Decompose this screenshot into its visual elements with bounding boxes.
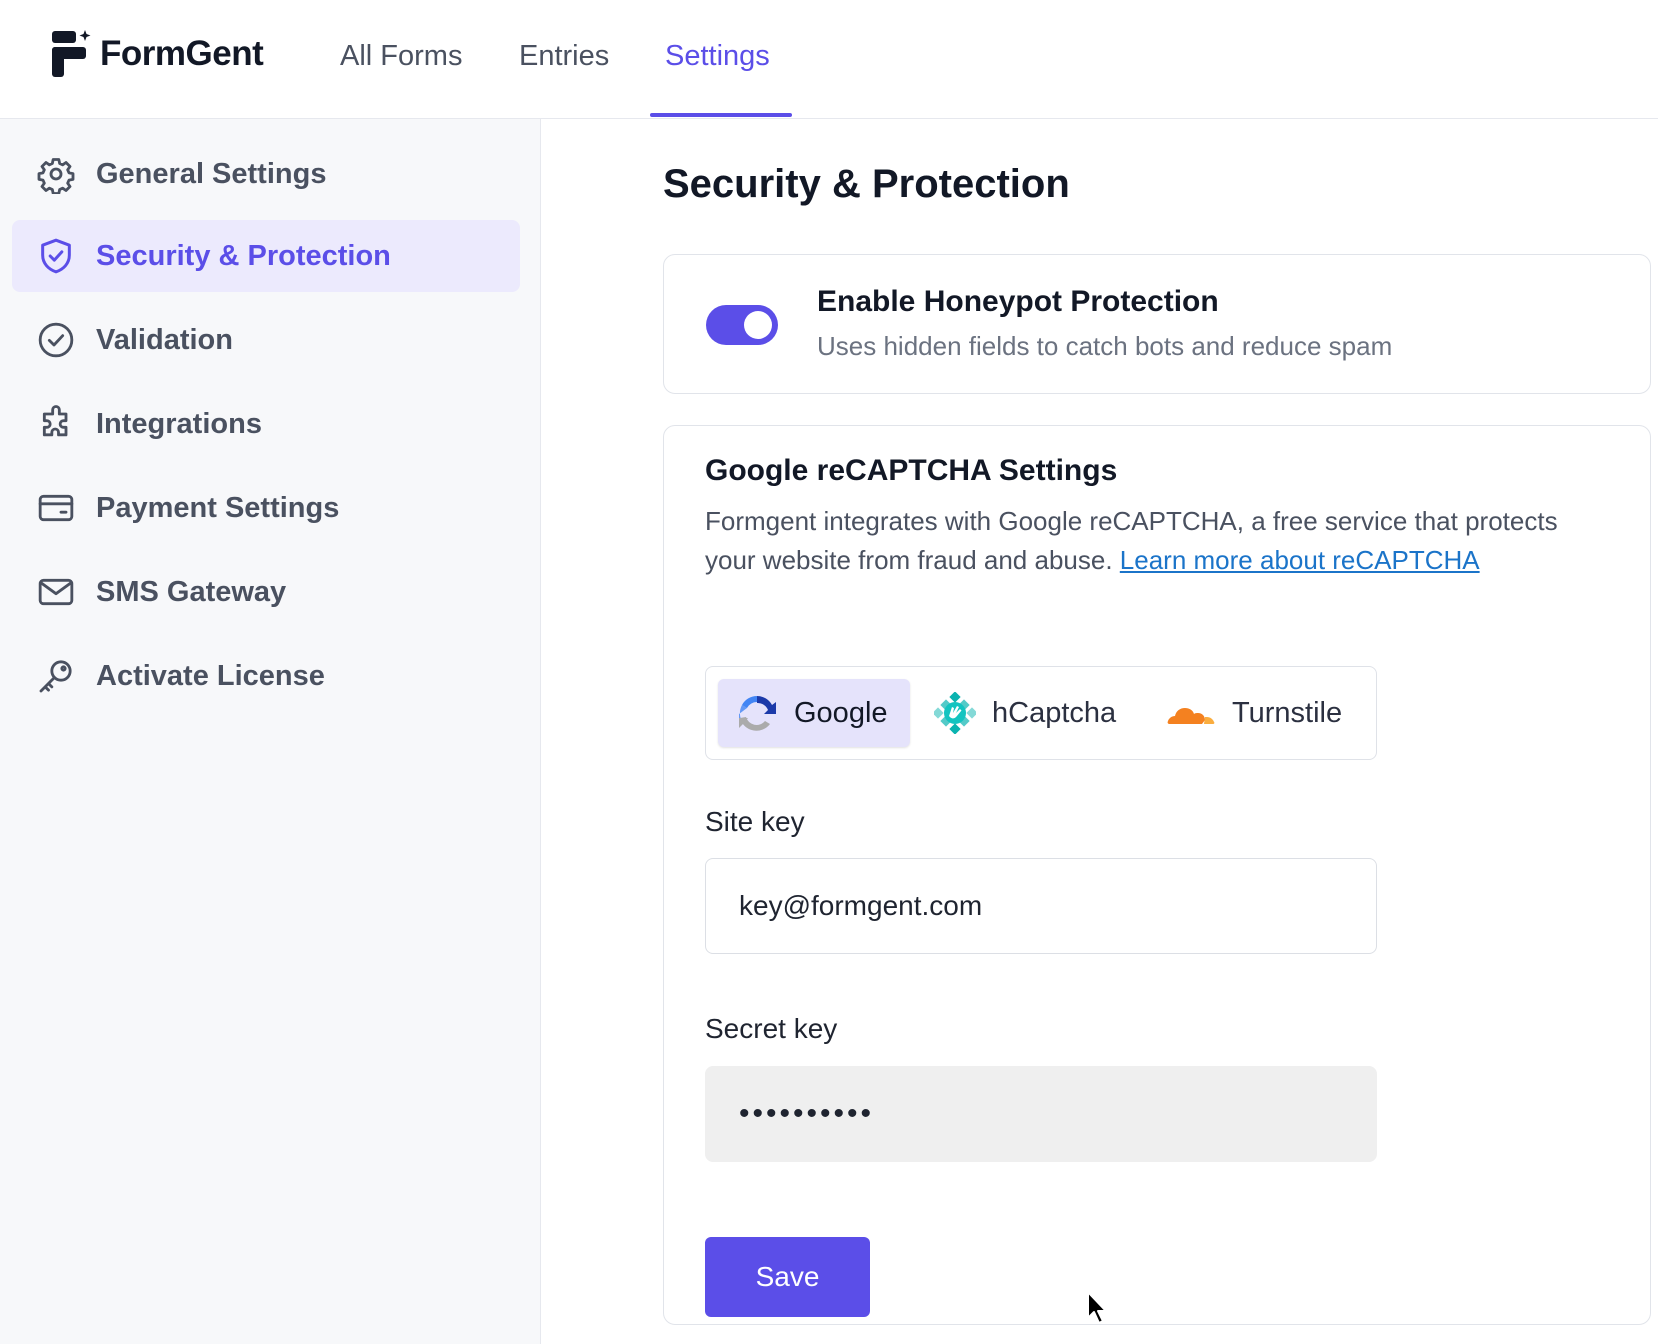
key-icon: [36, 656, 76, 696]
toggle-knob: [744, 311, 772, 339]
site-key-input[interactable]: key@formgent.com: [705, 858, 1377, 954]
nav-entries[interactable]: Entries: [519, 0, 609, 119]
puzzle-icon: [36, 404, 76, 444]
save-button[interactable]: Save: [705, 1237, 870, 1317]
honeypot-description: Uses hidden fields to catch bots and red…: [817, 331, 1393, 361]
nav-all-forms[interactable]: All Forms: [340, 0, 462, 119]
credit-card-icon: [36, 488, 76, 528]
nav-settings[interactable]: Settings: [665, 0, 770, 119]
hcaptcha-icon: [934, 692, 976, 734]
provider-google[interactable]: Google: [718, 679, 910, 747]
secret-key-label: Secret key: [705, 1013, 838, 1044]
sidebar-item-label: Integrations: [96, 407, 262, 440]
honeypot-title: Enable Honeypot Protection: [817, 285, 1219, 318]
captcha-provider-selector: Google hCaptcha Turnstile: [705, 666, 1377, 760]
provider-label: Turnstile: [1232, 696, 1343, 729]
sidebar-item-general-settings[interactable]: General Settings: [12, 138, 520, 210]
sidebar-item-label: Payment Settings: [96, 491, 340, 524]
sidebar-item-validation[interactable]: Validation: [12, 304, 520, 376]
check-circle-icon: [36, 320, 76, 360]
secret-key-input[interactable]: ••••••••••: [705, 1066, 1377, 1162]
formgent-logo-icon: [52, 30, 91, 77]
provider-label: Google: [794, 696, 888, 729]
sidebar-item-integrations[interactable]: Integrations: [12, 388, 520, 460]
envelope-icon: [36, 572, 76, 612]
sidebar-item-sms-gateway[interactable]: SMS Gateway: [12, 556, 520, 628]
sidebar-item-label: General Settings: [96, 157, 327, 190]
recaptcha-card: Google reCAPTCHA Settings Formgent integ…: [663, 425, 1651, 1325]
top-navigation-bar: FormGent All Forms Entries Settings: [0, 0, 1658, 119]
sidebar-item-label: Activate License: [96, 659, 325, 692]
app-name: FormGent: [100, 34, 264, 73]
formgent-logo[interactable]: FormGent: [50, 28, 264, 80]
sidebar-item-label: SMS Gateway: [96, 575, 287, 608]
mouse-cursor-icon: [1087, 1291, 1107, 1324]
recaptcha-title: Google reCAPTCHA Settings: [705, 454, 1118, 487]
sidebar-item-label: Security & Protection: [96, 239, 391, 272]
settings-sidebar: General Settings Security & Protection V…: [0, 119, 541, 1344]
nav-active-indicator: [650, 113, 792, 117]
recaptcha-description: Formgent integrates with Google reCAPTCH…: [705, 502, 1565, 580]
provider-label: hCaptcha: [992, 696, 1117, 729]
sidebar-item-payment-settings[interactable]: Payment Settings: [12, 472, 520, 544]
provider-hcaptcha[interactable]: hCaptcha: [934, 679, 1134, 747]
page-title: Security & Protection: [663, 162, 1070, 206]
cloudflare-icon: [1166, 692, 1216, 734]
learn-more-link[interactable]: Learn more about reCAPTCHA: [1120, 545, 1480, 575]
gear-icon: [36, 154, 76, 194]
recaptcha-icon: [736, 692, 778, 734]
provider-turnstile[interactable]: Turnstile: [1166, 679, 1366, 747]
sidebar-item-security-protection[interactable]: Security & Protection: [12, 220, 520, 292]
honeypot-toggle[interactable]: [706, 305, 778, 345]
site-key-label: Site key: [705, 806, 805, 837]
honeypot-card: Enable Honeypot Protection Uses hidden f…: [663, 254, 1651, 394]
settings-content: Security & Protection Enable Honeypot Pr…: [542, 120, 1658, 1344]
sidebar-item-activate-license[interactable]: Activate License: [12, 640, 520, 712]
sidebar-item-label: Validation: [96, 323, 233, 356]
shield-check-icon: [36, 236, 76, 276]
